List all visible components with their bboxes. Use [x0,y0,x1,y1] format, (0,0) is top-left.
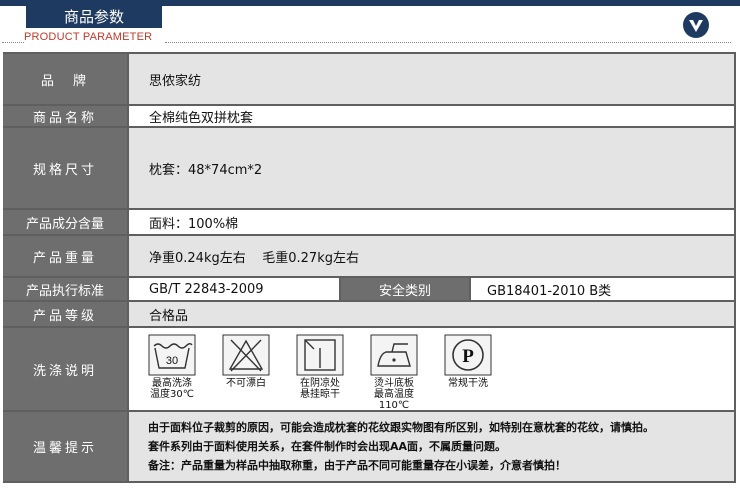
tip-line: 由于面料位子裁剪的原因，可能会造成枕套的花纹跟实物图有所区别，如特别在意枕套的花… [148,421,654,434]
label-standard: 产品执行标准 [3,278,127,300]
chevron-down-icon [689,20,703,32]
no-bleach-icon [222,334,270,376]
caption-line: 在阴凉处 [300,378,340,389]
caption-line: 温度30℃ [150,389,194,400]
parameter-table: 品 牌 思侬家纺 商品名称 全棉纯色双拼枕套 规格尺寸 枕套：48*74cm*2… [3,52,736,483]
value-weight: 净重0.24kg左右 毛重0.27kg左右 [129,236,734,276]
tip-line: 套件系列由于面料使用关系，在套件制作时会出现AA面，不属质量问题。 [148,440,507,453]
iron-icon [370,334,418,376]
tips-text: 由于面料位子裁剪的原因，可能会造成枕套的花纹跟实物图有所区别，如特别在意枕套的花… [148,418,654,475]
caption-line: 最高洗涤 [152,378,192,389]
label-wash: 洗涤说明 [3,328,127,410]
label-weight: 产品重量 [3,236,127,276]
wash-caption-3: 在阴凉处 悬挂晾干 [285,378,355,400]
label-tips: 温馨提示 [3,412,127,481]
wash-caption-2: 不可漂白 [211,378,281,389]
tips-panel: 由于面料位子裁剪的原因，可能会造成枕套的花纹跟实物图有所区别，如特别在意枕套的花… [129,412,734,481]
wash-30-icon: 30 [148,334,196,376]
row-grade: 产品等级 合格品 [3,302,736,326]
dry-clean-p-icon: P [444,334,492,376]
caption-line: 最高温度110℃ [374,389,414,411]
tip-line: 备注：产品重量为样品中抽取称重，由于产品不同可能重量存在小误差，介意者慎拍！ [148,459,566,472]
row-spec: 规格尺寸 枕套：48*74cm*2 [3,128,736,208]
dotted-divider-right [165,42,731,43]
caption-line: 不可漂白 [226,378,266,389]
row-weight: 产品重量 净重0.24kg左右 毛重0.27kg左右 [3,236,736,276]
value-brand: 思侬家纺 [129,54,734,104]
label-brand: 品 牌 [3,54,127,104]
label-name: 商品名称 [3,106,127,126]
label-grade: 产品等级 [3,302,127,326]
row-tips: 温馨提示 由于面料位子裁剪的原因，可能会造成枕套的花纹跟实物图有所区别，如特别在… [3,412,736,481]
value-safety: GB18401-2010 B类 [471,278,734,300]
value-standard: GB/T 22843-2009 [129,278,339,300]
dotted-divider-left [2,42,24,43]
row-wash: 洗涤说明 30 最高洗涤 温度30℃ 不可漂白 在阴凉处 悬挂晾干 烫斗底板 最… [3,328,736,411]
wash-caption-1: 最高洗涤 温度30℃ [137,378,207,400]
value-name: 全棉纯色双拼枕套 [129,106,734,126]
value-grade: 合格品 [129,302,734,326]
caption-line: 悬挂晾干 [300,389,340,400]
section-title: 商品参数 [26,6,162,28]
wash-temp-text: 30 [166,355,178,367]
caption-line: 烫斗底板 [374,378,414,389]
label-spec: 规格尺寸 [3,128,127,208]
label-composition: 产品成分含量 [3,210,127,234]
row-name: 商品名称 全棉纯色双拼枕套 [3,106,736,126]
section-subtitle: PRODUCT PARAMETER [24,31,153,43]
caption-line: 常规干洗 [448,378,488,389]
value-composition: 面料：100%棉 [129,210,734,234]
wash-panel: 30 最高洗涤 温度30℃ 不可漂白 在阴凉处 悬挂晾干 烫斗底板 最高温度11… [129,328,734,411]
line-dry-shade-icon [296,334,344,376]
row-brand: 品 牌 思侬家纺 [3,54,736,104]
value-spec: 枕套：48*74cm*2 [129,128,734,208]
row-standard: 产品执行标准 GB/T 22843-2009 安全类别 GB18401-2010… [3,278,736,300]
wash-caption-5: 常规干洗 [433,378,503,389]
dry-clean-letter: P [462,346,474,367]
label-safety: 安全类别 [341,278,469,300]
wash-caption-4: 烫斗底板 最高温度110℃ [359,378,429,411]
chevron-down-circle-icon [683,12,709,38]
row-composition: 产品成分含量 面料：100%棉 [3,210,736,234]
